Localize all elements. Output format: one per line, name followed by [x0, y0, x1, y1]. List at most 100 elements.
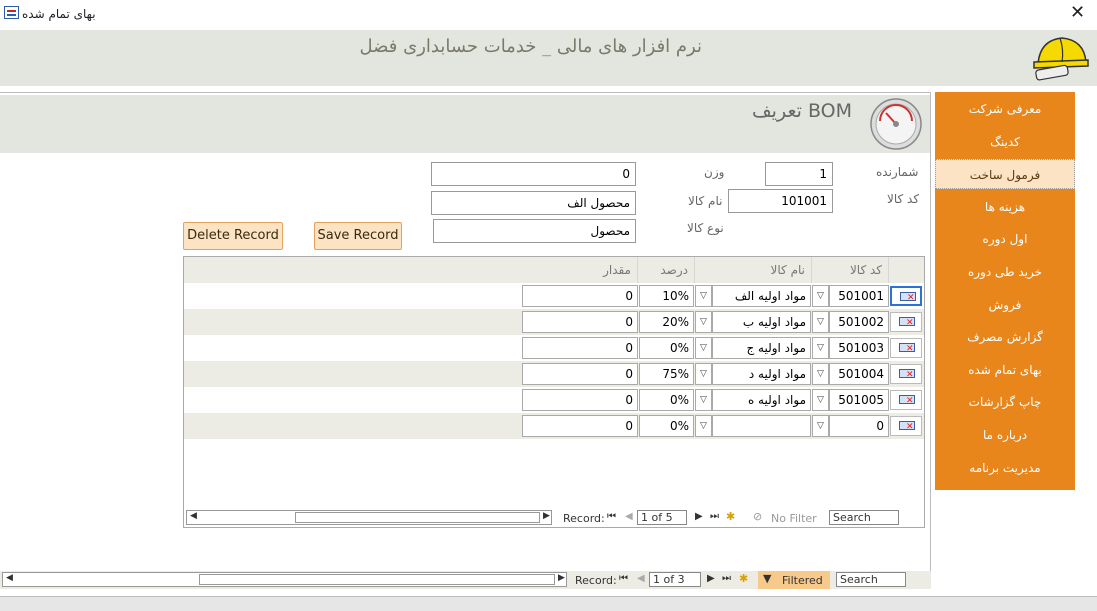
sidebar-item[interactable]: خرید طی دوره [935, 257, 1075, 287]
first-record-icon[interactable]: ⏮ [619, 573, 628, 584]
filter-status[interactable]: No Filter [771, 512, 817, 525]
code-dropdown-icon[interactable]: ▽ [812, 337, 829, 359]
table-row: 0 75% ▽ مواد اولیه د ▽ 501004 [184, 361, 924, 387]
name-dropdown-icon[interactable]: ▽ [695, 363, 712, 385]
name-cell[interactable]: مواد اولیه الف [712, 285, 811, 307]
name-cell[interactable]: مواد اولیه ه [712, 389, 811, 411]
percent-cell[interactable]: 0% [639, 389, 694, 411]
code-field[interactable]: 101001 [728, 189, 833, 213]
record-position[interactable]: 1 of 5 [637, 510, 687, 525]
name-dropdown-icon[interactable]: ▽ [695, 285, 712, 307]
name-cell[interactable] [712, 415, 811, 437]
delete-row-icon[interactable] [900, 292, 916, 303]
sidebar-item[interactable]: گزارش مصرف [935, 322, 1075, 352]
code-cell[interactable]: 501005 [829, 389, 889, 411]
next-record-icon[interactable]: ▶ [695, 511, 703, 522]
record-selector[interactable] [890, 312, 922, 332]
delete-row-icon[interactable] [899, 395, 915, 406]
subform-search-input[interactable]: Search [829, 510, 899, 525]
new-record-icon[interactable]: ✱ [739, 572, 748, 585]
amount-cell[interactable]: 0 [522, 285, 638, 307]
sidebar-item[interactable]: فرمول ساخت [935, 159, 1075, 190]
sidebar-item[interactable]: چاپ گزارشات [935, 387, 1075, 417]
percent-cell[interactable]: 75% [639, 363, 694, 385]
code-dropdown-icon[interactable]: ▽ [812, 415, 829, 437]
record-selector[interactable] [890, 364, 922, 384]
code-cell[interactable]: 501004 [829, 363, 889, 385]
code-cell[interactable]: 501003 [829, 337, 889, 359]
name-dropdown-icon[interactable]: ▽ [695, 311, 712, 333]
sidebar-item[interactable]: اول دوره [935, 224, 1075, 254]
weight-field[interactable]: 0 [431, 162, 636, 186]
record-position[interactable]: 1 of 3 [649, 572, 701, 587]
name-dropdown-icon[interactable]: ▽ [695, 389, 712, 411]
next-record-icon[interactable]: ▶ [707, 573, 715, 584]
sidebar-item[interactable]: معرفی شرکت [935, 94, 1075, 124]
code-label: کد کالا [887, 192, 920, 206]
first-record-icon[interactable]: ⏮ [607, 511, 616, 522]
amount-cell[interactable]: 0 [522, 311, 638, 333]
subform-hscrollbar[interactable]: ◀ ▶ [186, 510, 552, 525]
last-record-icon[interactable]: ⏭ [722, 573, 731, 584]
record-selector[interactable] [890, 416, 922, 436]
code-dropdown-icon[interactable]: ▽ [812, 363, 829, 385]
scroll-right-icon[interactable]: ▶ [543, 511, 550, 521]
scroll-thumb[interactable] [199, 574, 555, 585]
filter-icon[interactable]: ⊘ [753, 510, 762, 523]
name-cell[interactable]: مواد اولیه ب [712, 311, 811, 333]
close-icon[interactable]: ✕ [1070, 3, 1085, 23]
filtered-toggle[interactable]: ▼ Filtered [758, 571, 830, 589]
percent-cell[interactable]: 20% [639, 311, 694, 333]
delete-row-icon[interactable] [899, 343, 915, 354]
subform-navigation-bar: ◀ ▶ Record: ⏮ ◀ 1 of 5 ▶ ⏭ ✱ ⊘ No Filter… [184, 509, 924, 527]
amount-cell[interactable]: 0 [522, 389, 638, 411]
status-bar [0, 596, 1097, 611]
sidebar-item[interactable]: کدینگ [935, 127, 1075, 157]
sidebar-item[interactable]: هزینه ها [935, 192, 1075, 222]
last-record-icon[interactable]: ⏭ [710, 511, 719, 522]
code-cell[interactable]: 0 [829, 415, 889, 437]
main-search-input[interactable]: Search [836, 572, 906, 587]
percent-cell[interactable]: 10% [639, 285, 694, 307]
code-dropdown-icon[interactable]: ▽ [812, 285, 829, 307]
delete-record-button[interactable]: Delete Record [183, 222, 283, 250]
delete-row-icon[interactable] [899, 369, 915, 380]
record-selector[interactable] [890, 286, 922, 306]
code-cell[interactable]: 501001 [829, 285, 889, 307]
delete-row-icon[interactable] [899, 421, 915, 432]
app-title: نرم افزار های مالی _ خدمات حسابداری فضل [359, 36, 702, 57]
sidebar-item[interactable]: درباره ما [935, 420, 1075, 450]
sidebar-item[interactable]: مدیریت برنامه [935, 453, 1075, 483]
new-record-icon[interactable]: ✱ [726, 510, 735, 523]
name-field[interactable]: محصول الف [431, 191, 636, 215]
delete-row-icon[interactable] [899, 317, 915, 328]
record-selector[interactable] [890, 338, 922, 358]
amount-cell[interactable]: 0 [522, 415, 638, 437]
navigation-sidebar: معرفی شرکت کدینگ فرمول ساخت هزینه ها اول دور… [935, 92, 1075, 490]
prev-record-icon[interactable]: ◀ [625, 511, 633, 522]
name-dropdown-icon[interactable]: ▽ [695, 415, 712, 437]
scroll-right-icon[interactable]: ▶ [558, 573, 565, 583]
scroll-left-icon[interactable]: ◀ [6, 573, 13, 583]
percent-cell[interactable]: 0% [639, 415, 694, 437]
code-dropdown-icon[interactable]: ▽ [812, 389, 829, 411]
sidebar-item[interactable]: بهای تمام شده [935, 355, 1075, 385]
type-field[interactable]: محصول [433, 219, 636, 243]
filter-funnel-icon: ▼ [763, 572, 772, 585]
scroll-left-icon[interactable]: ◀ [190, 511, 197, 521]
amount-cell[interactable]: 0 [522, 337, 638, 359]
name-cell[interactable]: مواد اولیه ج [712, 337, 811, 359]
code-cell[interactable]: 501002 [829, 311, 889, 333]
prev-record-icon[interactable]: ◀ [637, 573, 645, 584]
sidebar-item[interactable]: فروش [935, 290, 1075, 320]
save-record-button[interactable]: Save Record [314, 222, 402, 250]
counter-field[interactable]: 1 [765, 162, 833, 186]
amount-cell[interactable]: 0 [522, 363, 638, 385]
record-selector[interactable] [890, 390, 922, 410]
scroll-thumb[interactable] [295, 512, 540, 523]
name-cell[interactable]: مواد اولیه د [712, 363, 811, 385]
code-dropdown-icon[interactable]: ▽ [812, 311, 829, 333]
percent-cell[interactable]: 0% [639, 337, 694, 359]
main-hscrollbar[interactable]: ◀ ▶ [2, 572, 567, 587]
name-dropdown-icon[interactable]: ▽ [695, 337, 712, 359]
